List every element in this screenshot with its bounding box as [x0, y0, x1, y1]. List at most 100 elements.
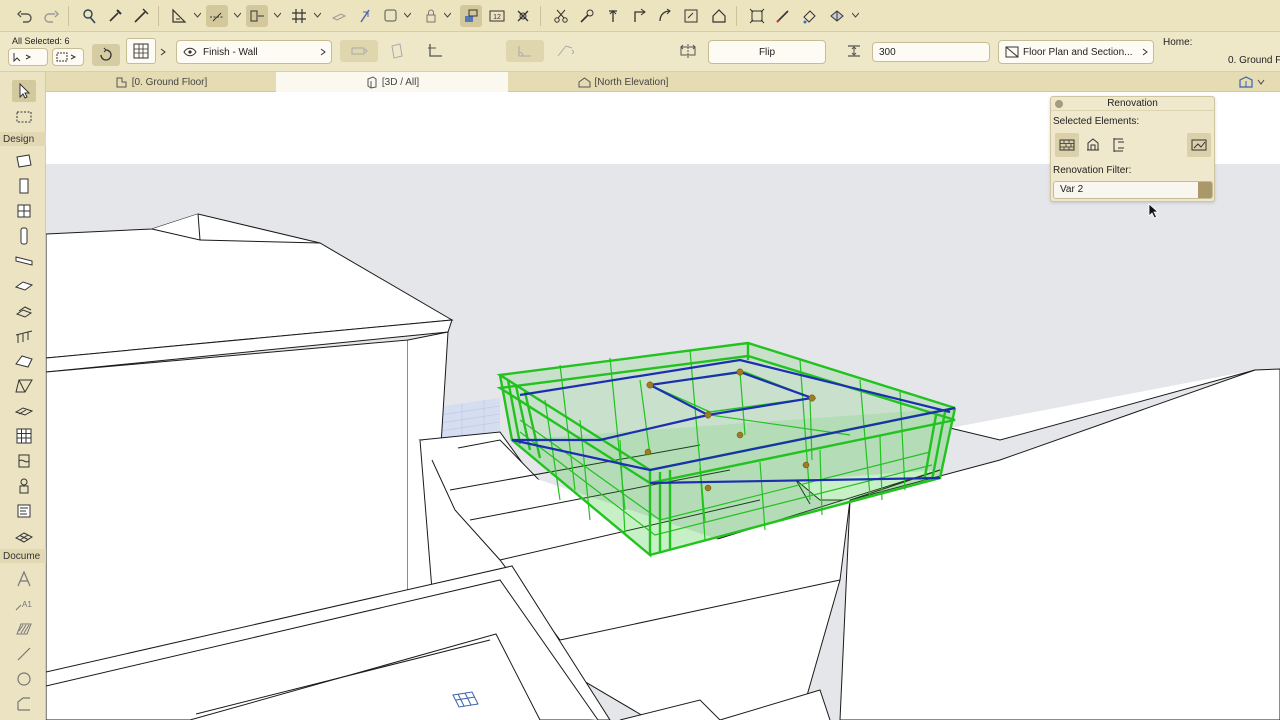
offset-icon[interactable] [628, 5, 650, 27]
elevate-icon[interactable] [602, 5, 624, 27]
tab-3d-all[interactable]: [3D / All] [276, 72, 508, 92]
window-icon[interactable] [12, 200, 36, 222]
arrow-icon[interactable] [12, 80, 36, 102]
lock-icon[interactable] [420, 5, 442, 27]
demolish-icon [1087, 138, 1099, 151]
geometry-method-button[interactable] [340, 40, 378, 62]
reference-line-button[interactable] [384, 40, 410, 62]
pet-palette-icon[interactable] [78, 5, 100, 27]
box-icon[interactable] [354, 5, 376, 27]
chevron-down-icon[interactable] [274, 11, 281, 18]
chevron-right-icon [1142, 48, 1148, 56]
snap-guide-icon[interactable] [246, 5, 268, 27]
skylight-icon[interactable] [12, 450, 36, 472]
existing-status-button[interactable] [1055, 133, 1079, 157]
text-icon[interactable] [12, 568, 36, 590]
straight-wall-icon [351, 47, 368, 55]
marquee-dropdown[interactable] [52, 48, 84, 66]
pen-icon[interactable] [772, 5, 794, 27]
wall-settings-button[interactable] [126, 38, 156, 64]
chevron-down-icon [1198, 182, 1212, 198]
to-be-demolished-button[interactable] [1081, 133, 1105, 157]
marquee-icon[interactable] [12, 106, 36, 128]
paint-icon[interactable] [798, 5, 820, 27]
chevron-down-icon[interactable] [852, 11, 859, 18]
new-status-button[interactable] [1107, 133, 1131, 157]
line-icon[interactable] [12, 643, 36, 665]
selection-filter-dropdown[interactable] [8, 48, 48, 66]
railing-icon[interactable] [12, 325, 36, 347]
home-story-label: Home: [1163, 37, 1193, 48]
height-value: 300 [879, 46, 896, 58]
layer-dropdown[interactable]: Finish - Wall [176, 40, 332, 64]
wall-icon[interactable] [12, 150, 36, 172]
cross-icon[interactable] [512, 5, 534, 27]
adjust-icon[interactable] [576, 5, 598, 27]
chevron-down-icon[interactable] [194, 11, 201, 18]
stair-icon[interactable] [12, 300, 36, 322]
rotate-icon[interactable] [654, 5, 676, 27]
existing-wall-icon [1059, 139, 1075, 151]
view-settings-icon [1239, 76, 1265, 88]
crop-icon[interactable] [680, 5, 702, 27]
marquee-arrow-icon [13, 53, 32, 62]
fill-icon[interactable] [12, 618, 36, 640]
chevron-right-icon[interactable] [160, 48, 166, 56]
syringe-icon[interactable] [130, 5, 152, 27]
floor-plan-section-dropdown[interactable]: Floor Plan and Section... [998, 40, 1154, 64]
tab-north-elevation[interactable]: [North Elevation] [508, 72, 738, 92]
redo-icon[interactable] [40, 5, 62, 27]
beam-icon[interactable] [12, 250, 36, 272]
zone-icon[interactable] [12, 500, 36, 522]
chevron-down-icon[interactable] [444, 11, 451, 18]
undo-icon[interactable] [14, 5, 36, 27]
angle-button[interactable] [506, 40, 544, 62]
scissors-icon[interactable] [550, 5, 572, 27]
wall-frame-button[interactable] [422, 40, 448, 62]
box-icon[interactable] [380, 5, 402, 27]
rotate-icon [100, 47, 112, 61]
layer-label: Finish - Wall [203, 46, 258, 58]
close-icon[interactable] [1055, 100, 1063, 108]
mesh-icon[interactable] [12, 525, 36, 547]
tab-ground-floor[interactable]: [0. Ground Floor] [46, 72, 276, 92]
circle-icon[interactable] [12, 668, 36, 690]
polyline-icon[interactable] [12, 693, 36, 715]
detail-12-icon[interactable]: 12 [486, 5, 508, 27]
chevron-down-icon[interactable] [404, 11, 411, 18]
main-toolbar: 12 [0, 0, 1280, 32]
label-icon[interactable]: A1 [12, 593, 36, 615]
layer-icon[interactable] [168, 5, 190, 27]
view-options-button[interactable] [1238, 75, 1268, 89]
explode-icon[interactable] [746, 5, 768, 27]
slant-button[interactable] [550, 40, 580, 62]
guide-lines-icon[interactable] [206, 5, 228, 27]
home-story-value[interactable]: 0. Ground F [1228, 55, 1280, 66]
chevron-down-icon[interactable] [314, 11, 321, 18]
eyedropper-icon[interactable] [104, 5, 126, 27]
curtain-wall-icon[interactable] [12, 425, 36, 447]
slab-icon[interactable] [12, 275, 36, 297]
suspend-groups-icon[interactable] [460, 5, 482, 27]
renovation-settings-icon [1191, 139, 1207, 151]
door-icon[interactable] [12, 175, 36, 197]
column-icon[interactable] [12, 225, 36, 247]
toolbox: Design Docume A1 [0, 72, 46, 720]
renovation-title: Renovation [1051, 97, 1214, 111]
rotate-selection-button[interactable] [92, 44, 120, 66]
all-selected-count: All Selected: 6 [12, 36, 70, 46]
shell-icon[interactable] [12, 375, 36, 397]
roof-icon[interactable] [12, 350, 36, 372]
renovation-settings-button[interactable] [1187, 133, 1211, 157]
floor-plan-icon [116, 77, 127, 87]
object-icon[interactable] [12, 475, 36, 497]
home-icon[interactable] [708, 5, 730, 27]
chevron-down-icon[interactable] [234, 11, 241, 18]
flip-button[interactable]: Flip [708, 40, 826, 64]
morph-icon[interactable] [12, 400, 36, 422]
view-icon[interactable] [826, 5, 848, 27]
renovation-filter-dropdown[interactable]: Var 2 [1053, 181, 1213, 199]
gravity-icon[interactable] [328, 5, 350, 27]
height-input[interactable]: 300 [872, 42, 990, 62]
grid-icon[interactable] [288, 5, 310, 27]
